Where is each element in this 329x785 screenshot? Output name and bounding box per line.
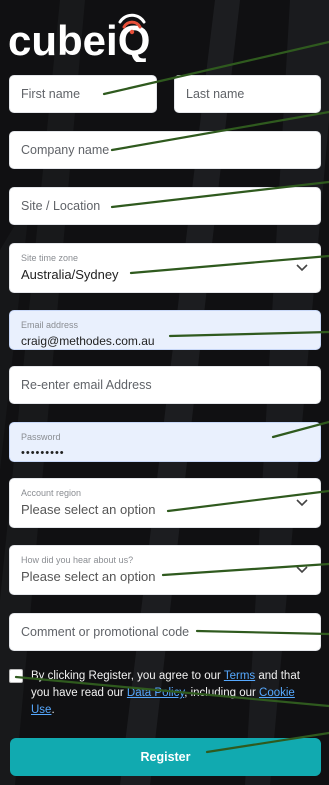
terms-checkbox[interactable] xyxy=(9,669,23,683)
company-name-placeholder: Company name xyxy=(21,143,110,157)
first-name-input[interactable]: First name xyxy=(9,75,157,113)
data-policy-link[interactable]: Data Policy xyxy=(127,687,184,699)
last-name-placeholder: Last name xyxy=(186,87,245,101)
chevron-down-icon xyxy=(296,264,308,272)
referral-source-select[interactable]: How did you hear about us? Please select… xyxy=(9,545,321,595)
terms-text-3: , including our xyxy=(184,687,260,699)
terms-text-4: . xyxy=(51,704,55,716)
account-region-select[interactable]: Account region Please select an option xyxy=(9,478,321,528)
password-label: Password xyxy=(21,432,61,442)
first-name-placeholder: First name xyxy=(21,87,81,101)
referral-source-value: Please select an option xyxy=(21,569,156,584)
terms-text-1: By clicking Register, you agree to our xyxy=(31,670,224,682)
account-region-value: Please select an option xyxy=(21,502,156,517)
email-value: craig@methodes.com.au xyxy=(21,334,155,348)
terms-link[interactable]: Terms xyxy=(224,670,255,682)
email-label: Email address xyxy=(21,320,79,330)
reenter-email-placeholder: Re-enter email Address xyxy=(21,378,152,392)
comment-promo-placeholder: Comment or promotional code xyxy=(21,625,190,639)
timezone-label: Site time zone xyxy=(21,253,79,263)
site-location-input[interactable]: Site / Location xyxy=(9,187,321,225)
terms-text: By clicking Register, you agree to our T… xyxy=(31,668,321,719)
register-label: Register xyxy=(140,750,191,764)
referral-source-label: How did you hear about us? xyxy=(21,555,134,565)
register-button[interactable]: Register xyxy=(10,738,321,776)
last-name-input[interactable]: Last name xyxy=(174,75,321,113)
chevron-down-icon xyxy=(296,499,308,507)
password-value: ••••••••• xyxy=(21,447,65,459)
comment-promo-input[interactable]: Comment or promotional code xyxy=(9,613,321,651)
site-location-placeholder: Site / Location xyxy=(21,199,101,213)
cubeiq-logo: cubeiQ xyxy=(8,13,150,62)
account-region-label: Account region xyxy=(21,488,82,498)
chevron-down-icon xyxy=(296,566,308,574)
password-input[interactable]: Password ••••••••• xyxy=(9,422,321,462)
timezone-value: Australia/Sydney xyxy=(21,267,119,282)
company-name-input[interactable]: Company name xyxy=(9,131,321,169)
timezone-select[interactable]: Site time zone Australia/Sydney xyxy=(9,243,321,293)
reenter-email-input[interactable]: Re-enter email Address xyxy=(9,366,321,404)
email-input[interactable]: Email address craig@methodes.com.au xyxy=(9,310,321,350)
